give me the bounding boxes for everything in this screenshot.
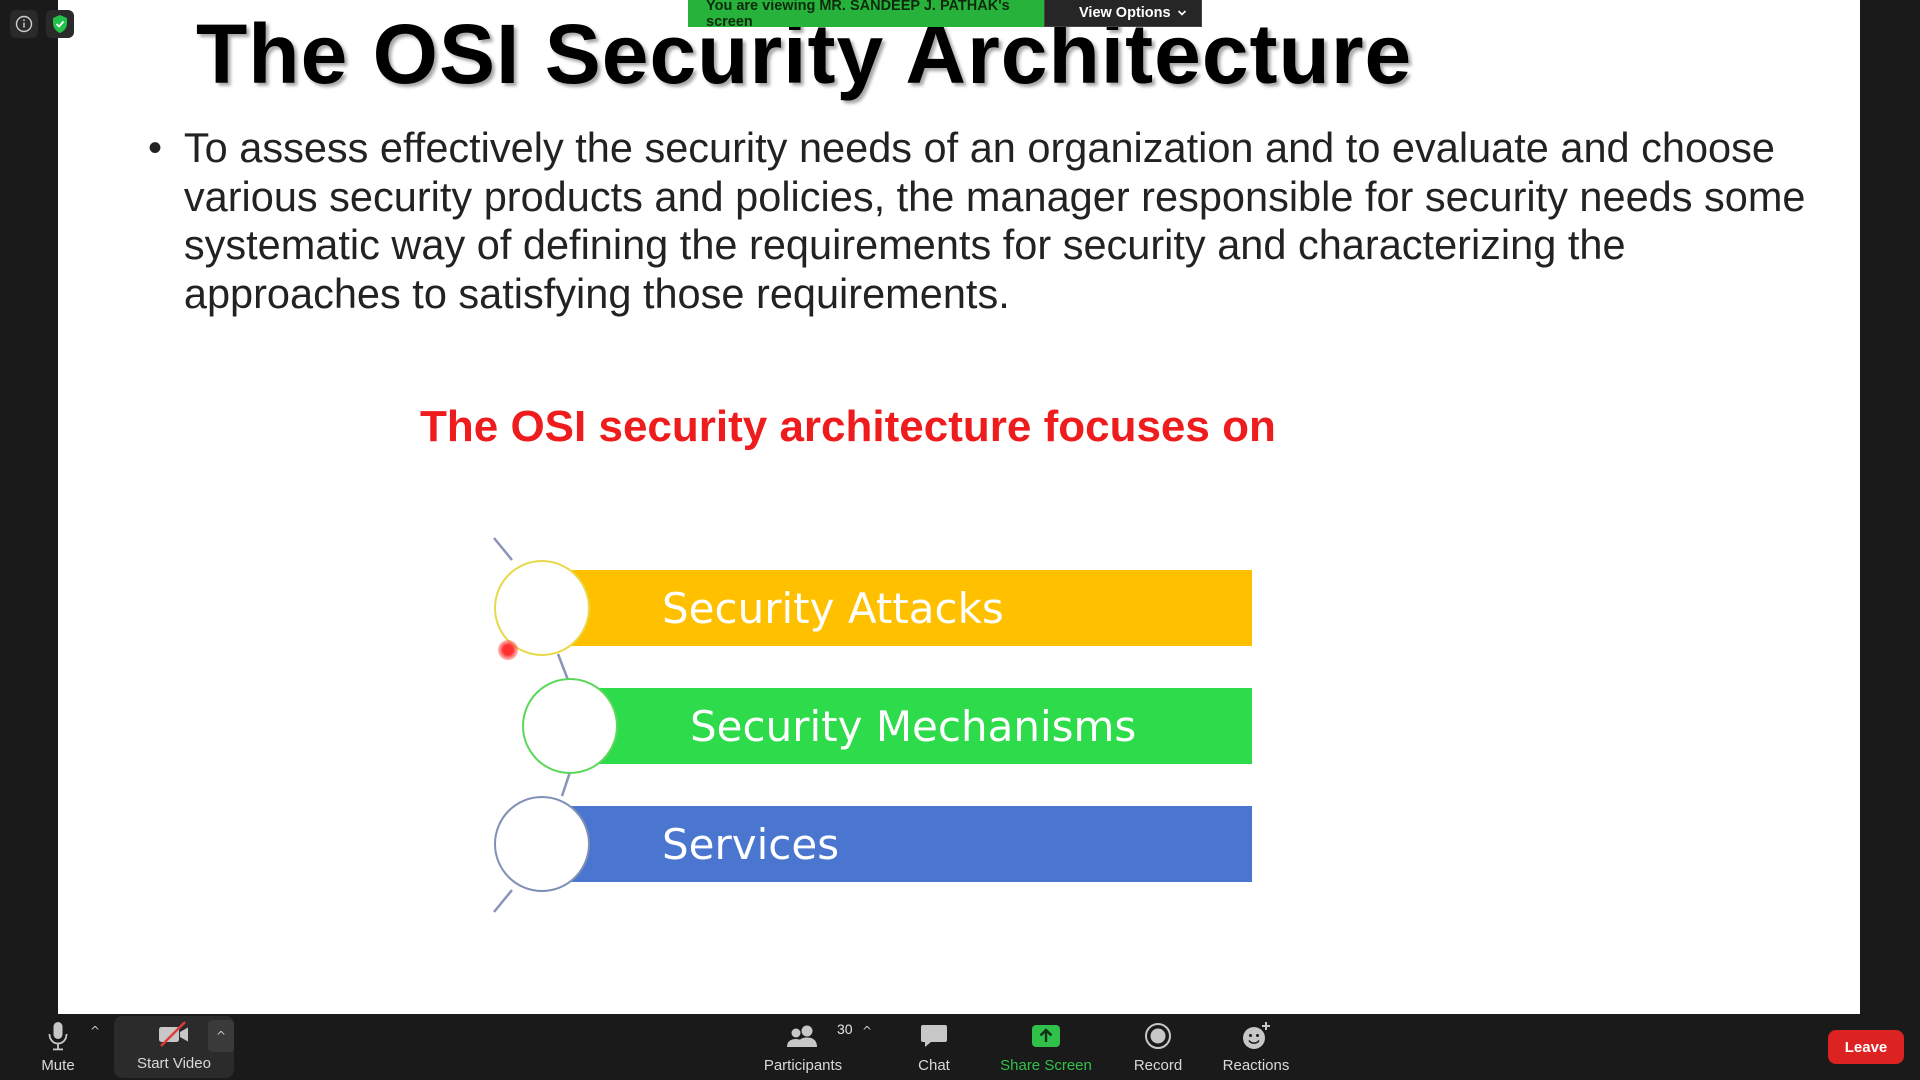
record-label: Record (1133, 1057, 1183, 1074)
share-banner-text: You are viewing MR. SANDEEP J. PATHAK's … (688, 0, 1044, 30)
participants-label: Participants (763, 1057, 843, 1074)
reactions-label: Reactions (1222, 1057, 1290, 1074)
encryption-shield-icon[interactable] (46, 10, 74, 38)
diagram-label-services: Services (662, 819, 840, 869)
video-options-chevron-up-icon[interactable]: ^ (208, 1020, 234, 1052)
mute-button[interactable]: Mute (30, 1014, 86, 1080)
audio-options-chevron-up-icon[interactable]: ^ (90, 1024, 100, 1038)
diagram-label-security-mechanisms: Security Mechanisms (690, 701, 1137, 751)
diagram-bar-security-mechanisms: Security Mechanisms (588, 688, 1252, 764)
record-button[interactable]: Record (1128, 1014, 1188, 1080)
microphone-icon (47, 1019, 69, 1053)
start-video-label: Start Video (137, 1055, 211, 1072)
chat-label: Chat (918, 1057, 950, 1074)
chevron-down-icon (1177, 10, 1186, 16)
mute-label: Mute (41, 1057, 75, 1074)
chat-bubble-icon (920, 1019, 948, 1053)
diagram-label-security-attacks: Security Attacks (662, 583, 1004, 633)
reactions-button[interactable]: Reactions (1216, 1014, 1296, 1080)
share-screen-button[interactable]: Share Screen (996, 1014, 1096, 1080)
chat-button[interactable]: Chat (906, 1014, 962, 1080)
bullet-point: • To assess effectively the security nee… (148, 124, 1808, 318)
participants-icon: 30 (785, 1019, 853, 1053)
share-screen-icon (1031, 1019, 1061, 1053)
meeting-toolbar: Mute Start Video 30 Participants Chat Sh… (0, 1014, 1920, 1080)
view-options-button[interactable]: View Options (1044, 0, 1202, 27)
info-icon[interactable] (10, 10, 38, 38)
zoom-meeting-window: The OSI Security Architecture • To asses… (0, 0, 1920, 1080)
diagram-bar-security-attacks: Security Attacks (562, 570, 1252, 646)
view-options-label: View Options (1079, 5, 1171, 21)
video-off-icon (157, 1017, 191, 1051)
diagram-circle-mechanisms (522, 678, 618, 774)
diagram-bar-services: Services (562, 806, 1252, 882)
laser-pointer-dot (498, 640, 518, 660)
record-icon (1144, 1019, 1172, 1053)
bullet-dot: • (148, 126, 163, 170)
smiley-plus-icon (1240, 1019, 1272, 1053)
participants-options-chevron-up-icon[interactable]: ^ (862, 1024, 872, 1038)
participant-count: 30 (837, 1021, 853, 1037)
shared-screen-slide: The OSI Security Architecture • To asses… (58, 0, 1860, 1014)
focus-heading: The OSI security architecture focuses on (420, 402, 1276, 451)
leave-button[interactable]: Leave (1828, 1030, 1904, 1064)
meeting-info-icons (10, 10, 74, 38)
diagram-circle-services (494, 796, 590, 892)
screen-share-banner: You are viewing MR. SANDEEP J. PATHAK's … (688, 0, 1202, 30)
participants-button[interactable]: 30 Participants (754, 1014, 853, 1080)
bullet-text: To assess effectively the security needs… (183, 124, 1806, 317)
share-screen-label: Share Screen (1000, 1057, 1092, 1074)
